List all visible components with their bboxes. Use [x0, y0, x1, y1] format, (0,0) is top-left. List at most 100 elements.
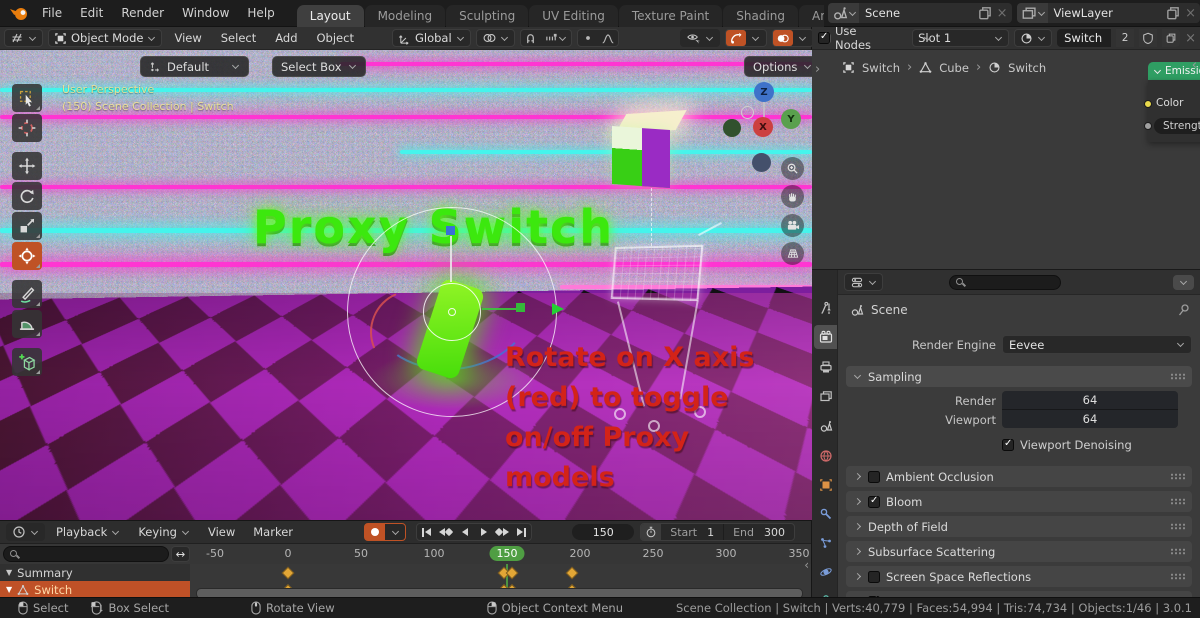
- breadcrumb-mesh[interactable]: Cube: [939, 61, 969, 75]
- unlink-material-icon[interactable]: ×: [1185, 31, 1196, 46]
- breadcrumb-material[interactable]: Switch: [1008, 61, 1046, 75]
- properties-editor-type-button[interactable]: [844, 273, 883, 291]
- jump-to-end-button[interactable]: [512, 524, 531, 540]
- scale-tool[interactable]: [12, 212, 42, 240]
- auto-key-button[interactable]: [365, 524, 385, 540]
- render-engine-dropdown[interactable]: Eevee: [1002, 335, 1192, 354]
- select-box-tool[interactable]: [12, 84, 42, 112]
- ambient-occlusion-checkbox[interactable]: [868, 470, 880, 483]
- viewport-denoising-checkbox[interactable]: [1002, 438, 1014, 451]
- ssr-checkbox[interactable]: [868, 570, 880, 583]
- tab-modifiers[interactable]: [814, 502, 837, 526]
- add-cube-tool[interactable]: [12, 348, 42, 376]
- remove-viewlayer-icon[interactable]: ×: [1181, 6, 1200, 21]
- material-users-button[interactable]: 2: [1116, 29, 1135, 47]
- menu-view[interactable]: View: [167, 31, 208, 45]
- jump-to-start-button[interactable]: [417, 524, 436, 540]
- strength-field[interactable]: Strength: [1154, 118, 1200, 134]
- measure-tool[interactable]: [12, 310, 42, 338]
- y-axis-handle[interactable]: [516, 303, 525, 312]
- overlays-dropdown[interactable]: [793, 30, 813, 46]
- tab-particles[interactable]: [814, 531, 837, 555]
- breadcrumb-scene[interactable]: Scene: [871, 303, 908, 317]
- tab-tool[interactable]: [814, 296, 837, 320]
- axis-y-ball[interactable]: Y: [781, 109, 801, 129]
- timeline-editor-type-button[interactable]: [6, 523, 45, 541]
- tab-texture-paint[interactable]: Texture Paint: [618, 4, 723, 27]
- menu-render[interactable]: Render: [113, 3, 172, 23]
- use-nodes-checkbox[interactable]: [818, 31, 830, 44]
- expand-triangle-icon[interactable]: ▼: [6, 568, 12, 577]
- viewlayer-browse-button[interactable]: [1016, 3, 1048, 23]
- tab-physics[interactable]: [814, 560, 837, 584]
- channel-search-input[interactable]: [3, 546, 169, 562]
- overlays-toggle-button[interactable]: [772, 30, 793, 46]
- expand-channels-button[interactable]: ↔: [171, 546, 190, 562]
- sampling-panel-header[interactable]: Sampling: [846, 366, 1192, 387]
- current-frame-field[interactable]: 150: [572, 524, 635, 540]
- menu-select[interactable]: Select: [214, 31, 263, 45]
- tab-viewlayer[interactable]: [814, 384, 837, 408]
- tab-modeling[interactable]: Modeling: [364, 4, 446, 27]
- falloff-dropdown[interactable]: [598, 30, 618, 46]
- tool-preset-dropdown[interactable]: Default: [140, 56, 250, 77]
- next-keyframe-button[interactable]: [493, 524, 512, 540]
- proportional-editing-button[interactable]: [578, 30, 598, 46]
- current-frame-badge[interactable]: 150: [489, 546, 525, 561]
- annotate-tool[interactable]: [12, 280, 42, 308]
- shader-node-editor[interactable]: › Switch › Cube › Switch Emission Color: [812, 50, 1200, 270]
- menu-file[interactable]: File: [34, 3, 70, 23]
- color-socket[interactable]: [1144, 100, 1152, 108]
- unlink-scene-icon[interactable]: ×: [993, 6, 1012, 21]
- pan-view-button[interactable]: [781, 185, 804, 208]
- tab-layout[interactable]: Layout: [296, 4, 364, 27]
- properties-filter-button[interactable]: [1173, 274, 1194, 290]
- channel-switch[interactable]: ▼ Switch: [0, 581, 190, 598]
- bloom-checkbox[interactable]: [868, 495, 880, 508]
- axis-neg-x-ring[interactable]: [741, 106, 754, 119]
- expand-triangle-icon[interactable]: ▼: [6, 585, 12, 594]
- axis-neg-z-ball[interactable]: [752, 153, 771, 172]
- depth-of-field-panel[interactable]: Depth of Field: [846, 516, 1192, 537]
- move-tool[interactable]: [12, 152, 42, 180]
- material-name-field[interactable]: Switch: [1057, 29, 1112, 47]
- tab-output[interactable]: [814, 355, 837, 379]
- select-mode-dropdown[interactable]: Select Box: [272, 56, 366, 77]
- previous-keyframe-button[interactable]: [436, 524, 455, 540]
- timeline-ruler[interactable]: ↔ -50 0 50 100 150 200 250 300 350: [0, 543, 811, 564]
- rotate-tool[interactable]: [12, 182, 42, 210]
- tab-scene[interactable]: [814, 414, 837, 438]
- gizmos-dropdown[interactable]: [746, 30, 766, 46]
- menu-add[interactable]: Add: [268, 31, 304, 45]
- snap-toggle-button[interactable]: [521, 30, 541, 46]
- menu-keying[interactable]: Keying: [131, 525, 197, 539]
- zoom-view-button[interactable]: [781, 157, 804, 180]
- gizmos-toggle-button[interactable]: [725, 30, 746, 46]
- end-frame-field[interactable]: End 300: [724, 524, 794, 540]
- play-button[interactable]: [474, 524, 493, 540]
- menu-tl-view[interactable]: View: [201, 525, 242, 539]
- tab-uv-editing[interactable]: UV Editing: [529, 4, 618, 27]
- tab-world[interactable]: [814, 444, 837, 468]
- viewlayer-name[interactable]: ViewLayer: [1048, 6, 1166, 20]
- play-reverse-button[interactable]: [455, 524, 474, 540]
- auto-key-dropdown[interactable]: [385, 524, 406, 540]
- new-scene-icon[interactable]: [977, 5, 993, 21]
- samples-viewport-field[interactable]: 64: [1002, 410, 1178, 428]
- fake-user-button[interactable]: [1139, 29, 1158, 47]
- ambient-occlusion-panel[interactable]: Ambient Occlusion: [846, 466, 1192, 487]
- menu-playback[interactable]: Playback: [49, 525, 127, 539]
- bloom-panel[interactable]: Bloom: [846, 491, 1192, 512]
- scene-name[interactable]: Scene: [859, 6, 977, 20]
- scene-browse-button[interactable]: [828, 3, 859, 23]
- menu-window[interactable]: Window: [174, 3, 237, 23]
- screen-space-reflections-panel[interactable]: Screen Space Reflections: [846, 566, 1192, 587]
- start-frame-field[interactable]: Start 1: [661, 524, 725, 540]
- camera-view-button[interactable]: [781, 214, 804, 237]
- samples-render-field[interactable]: 64: [1002, 391, 1178, 410]
- orientation-dropdown[interactable]: Global: [391, 29, 471, 47]
- breadcrumb-object[interactable]: Switch: [862, 61, 900, 75]
- keyframe-diamond[interactable]: [565, 566, 579, 580]
- axis-x-ball[interactable]: X: [753, 117, 773, 137]
- tab-render[interactable]: [814, 325, 837, 349]
